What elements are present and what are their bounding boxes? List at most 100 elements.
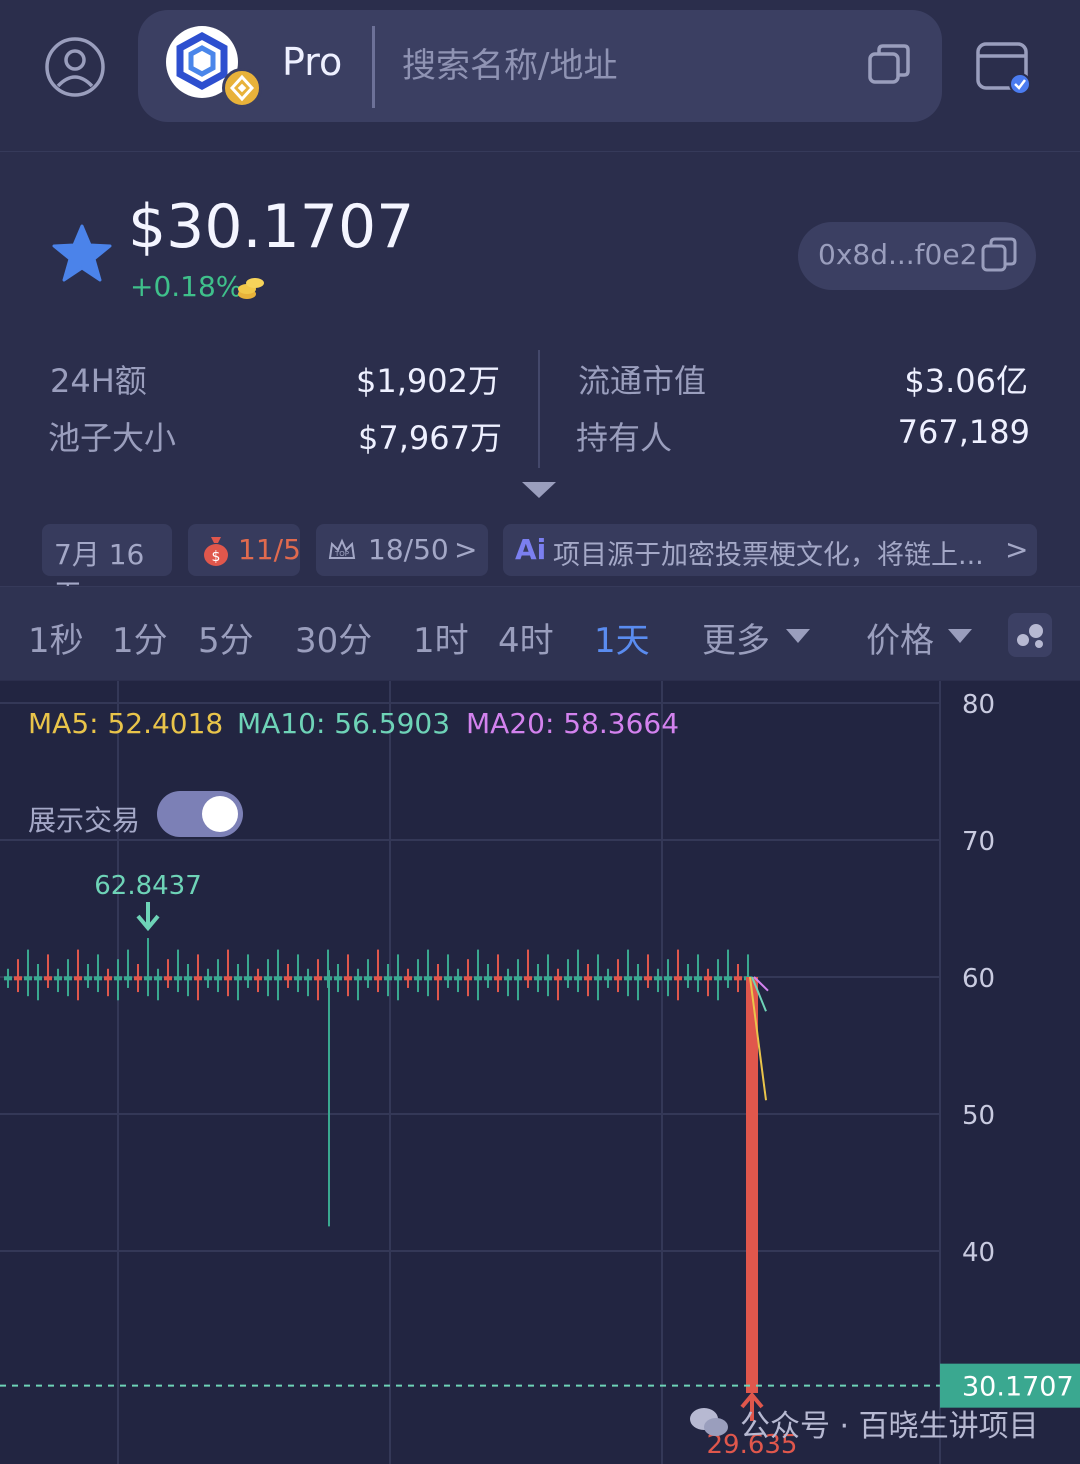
candle-body [44,976,52,981]
candle-body [184,976,192,981]
candle-body [654,976,662,981]
tab-30m[interactable]: 30分 [295,613,372,662]
user-avatar-icon[interactable] [44,36,106,98]
candle-body [474,976,482,981]
ai-icon: Ai [515,533,547,566]
ma5-indicator: MA5: 52.4018 [28,707,224,740]
y-axis-tick-label: 60 [962,964,995,994]
candle-body [344,976,352,981]
tab-1h[interactable]: 1时 [413,613,469,662]
token-price: $30.1707 [128,192,415,262]
candle-body [564,976,572,981]
bag-chip[interactable]: $ 11/5 [188,524,301,576]
y-axis-tick-label: 40 [962,1238,995,1268]
price-change: +0.18% [130,270,243,303]
ma20-indicator: MA20: 58.3664 [466,707,680,740]
candle-body [424,976,432,981]
indicator-settings-icon[interactable] [1008,613,1052,657]
tab-1s[interactable]: 1秒 [28,613,84,662]
candle-body [244,976,252,981]
pro-label: Pro [282,40,343,84]
bag-count: 11/5 [238,533,301,566]
search-bar[interactable]: Pro [138,10,942,122]
candle-body [24,976,32,981]
price-mode-dropdown[interactable]: 价格 [866,613,934,662]
expand-stats-icon[interactable] [522,480,556,500]
candle-body [394,976,402,981]
watermark: 公众号 · 百晓生讲项目 [740,1409,1039,1444]
tab-4h[interactable]: 4时 [498,613,554,662]
candle-body [514,976,522,981]
search-input[interactable] [402,38,872,94]
wallet-icon[interactable] [974,38,1034,96]
money-bag-icon: $ [204,537,228,566]
candle-body [434,976,442,981]
candle-body [624,976,632,981]
copy-icon[interactable] [866,42,912,88]
candle-body [544,976,552,981]
candle-body [534,976,542,981]
candle-body [614,976,622,981]
candle-body [484,976,492,981]
token-age-chip[interactable]: 7月 16天 [42,524,172,611]
high-price-arrow-icon [136,902,160,932]
candle-body [684,976,692,981]
candle-body [64,976,72,981]
candle-body [354,976,362,981]
candle-body [574,976,582,981]
candle-body [294,976,302,981]
volume-24h-value: $1,902万 [356,362,500,400]
candle-body [164,976,172,981]
ai-summary-chip[interactable]: Ai 项目源于加密投票梗文化，将链上... > [503,524,1037,576]
candle-body [464,976,472,981]
svg-text:$: $ [212,549,221,565]
stats-divider [538,350,540,468]
candle-body [54,976,62,981]
candle-body [674,976,682,981]
candle-body [334,976,342,981]
candle-body [584,976,592,981]
candle-body [374,976,382,981]
crown-icon: TOP [328,538,356,559]
candle-body [214,976,222,981]
y-axis-tick-label: 80 [962,690,995,720]
candle-body [304,976,312,981]
top-bar: Pro [0,0,1080,152]
candle-body [94,976,102,981]
price-chart[interactable]: 40 50 60 70 80 62.8437 30.1707 29.635 MA5: 52.4… [0,681,1080,1464]
candle-body [384,976,392,981]
crash-candle-body [746,977,758,1394]
show-trades-toggle[interactable] [157,791,243,837]
top-holders-chip[interactable]: TOP 18/50 > [316,524,488,576]
contract-address-pill[interactable]: 0x8d...f0e2 [798,222,1036,290]
ai-summary-text: 项目源于加密投票梗文化，将链上... [553,540,984,571]
top-holders-count: 18/50 [368,533,449,566]
holders-label: 持有人 [576,419,673,457]
price-mode-caret-icon [948,629,972,643]
candle-body [454,976,462,981]
candle-body [404,976,412,981]
y-axis-tick-label: 50 [962,1101,995,1131]
copy-address-icon[interactable] [980,236,1018,274]
candle-body [124,976,132,981]
tab-1d[interactable]: 1天 [594,613,650,662]
contract-address: 0x8d...f0e2 [818,238,978,271]
top-holders-arrow: > [454,533,478,566]
candle-body [204,976,212,981]
pool-size-value: $7,967万 [358,419,502,457]
candle-body [34,976,42,981]
toggle-knob [202,796,238,832]
pool-size-label: 池子大小 [48,419,177,457]
favorite-star-icon[interactable] [50,222,114,286]
svg-text:TOP: TOP [334,550,349,558]
more-dropdown[interactable]: 更多 [702,613,770,662]
candle-body [504,976,512,981]
candle-body [224,976,232,981]
candle-body [4,976,12,981]
tab-1m[interactable]: 1分 [112,613,168,662]
tab-5m[interactable]: 5分 [198,613,254,662]
candle-body [714,976,722,981]
candle-body [174,976,182,981]
candle-body [194,976,202,981]
bnb-chain-badge-icon [222,68,262,108]
